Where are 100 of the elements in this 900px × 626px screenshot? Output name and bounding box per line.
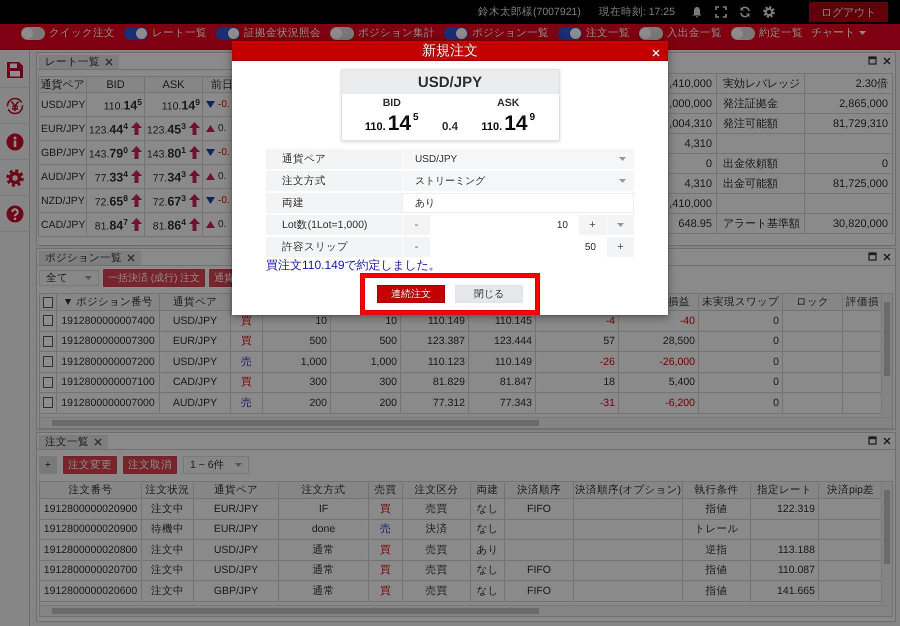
toggle-switch[interactable] — [124, 27, 148, 40]
account-value: 0 — [882, 158, 888, 170]
close-button[interactable]: 閉じる — [455, 285, 523, 303]
table-cell: トレール — [694, 522, 738, 536]
panel-tab[interactable]: ポジション一覧 — [39, 251, 141, 265]
close-icon[interactable] — [883, 252, 891, 260]
table-cell: 注文中 — [151, 542, 184, 557]
maximize-icon[interactable] — [868, 436, 877, 445]
plus-button[interactable]: + — [606, 237, 634, 257]
account-value: 2,865,000 — [839, 98, 888, 110]
column-header[interactable]: 通貨ペア — [214, 483, 258, 497]
page-select[interactable]: 1 ~ 6件 — [183, 456, 249, 474]
toggle-label[interactable]: クイック注文 — [49, 27, 115, 39]
panel-tab[interactable]: 注文一覧 — [39, 435, 108, 449]
minus-button[interactable]: - — [402, 215, 430, 235]
table-cell: 注文中 — [151, 563, 184, 578]
toggle-label[interactable]: 注文一覧 — [586, 27, 630, 39]
toggle-label[interactable]: 約定一覧 — [759, 27, 803, 39]
fullscreen-icon[interactable] — [715, 6, 727, 18]
currency-pair: NZD/JPY — [39, 189, 87, 213]
maximize-icon[interactable] — [868, 56, 877, 65]
checkbox[interactable] — [43, 336, 53, 347]
column-header[interactable]: 注文状況 — [146, 483, 190, 497]
info-icon[interactable] — [6, 132, 24, 150]
dropdown[interactable]: ストリーミング — [402, 171, 634, 191]
help-icon[interactable] — [6, 204, 24, 222]
side-label: 買 — [380, 502, 391, 516]
toggle-switch[interactable] — [731, 27, 755, 40]
settings-icon[interactable] — [6, 168, 24, 186]
toggle-label[interactable]: レート一覧 — [152, 27, 207, 39]
column-header[interactable]: 執行条件 — [694, 483, 738, 497]
select-all-checkbox[interactable] — [43, 296, 53, 308]
change-value: -0. — [218, 195, 230, 206]
currency-pair: USD/JPY — [39, 93, 87, 117]
table-cell: 110.145 — [494, 314, 532, 327]
filter-select[interactable]: 全て — [39, 270, 99, 286]
toggle-label[interactable]: ポジション集計 — [358, 27, 435, 39]
column-header: BID — [87, 77, 145, 93]
column-header[interactable]: 注文区分 — [414, 483, 458, 497]
toggle-switch[interactable] — [330, 27, 354, 40]
column-header[interactable]: 通貨ペア — [173, 295, 217, 309]
caret-icon — [235, 463, 242, 467]
column-header[interactable]: 両建 — [476, 483, 498, 497]
toggle-label[interactable]: 証拠金状況照会 — [244, 27, 321, 39]
toggle-label[interactable]: ポジション一覧 — [472, 27, 549, 39]
column-header[interactable]: 指定レート — [757, 483, 812, 497]
horizontal-scrollbar[interactable] — [40, 605, 892, 616]
caret-icon — [859, 31, 866, 35]
logout-button[interactable]: ログアウト — [809, 2, 888, 22]
add-button[interactable]: + — [39, 456, 57, 474]
vertical-scrollbar[interactable] — [881, 294, 892, 417]
dropdown[interactable]: USD/JPY — [402, 149, 634, 169]
toggle-label[interactable]: 入出金一覧 — [667, 27, 722, 39]
horizontal-scrollbar[interactable] — [40, 417, 892, 428]
column-header[interactable]: 注文方式 — [302, 483, 346, 497]
column-header[interactable]: 未実現スワップ — [702, 295, 779, 309]
field-label: 両建 — [282, 196, 304, 210]
toggle-switch[interactable] — [639, 27, 663, 40]
column-header[interactable]: 損益 — [668, 295, 690, 309]
table-cell: 0 — [773, 314, 779, 327]
toggle-switch[interactable] — [216, 27, 240, 40]
plus-button[interactable]: + — [578, 215, 606, 235]
column-header[interactable]: 注文番号 — [68, 483, 112, 497]
checkbox[interactable] — [43, 315, 53, 326]
checkbox[interactable] — [43, 356, 53, 368]
maximize-icon[interactable] — [868, 252, 877, 261]
bell-icon[interactable] — [691, 6, 703, 18]
close-icon[interactable] — [127, 254, 135, 262]
column-header[interactable]: 決済順序(オプション) — [575, 483, 681, 497]
checkbox[interactable] — [43, 376, 53, 388]
close-icon[interactable] — [883, 436, 891, 444]
change-value: 0. — [218, 219, 226, 230]
chart-menu[interactable]: チャート — [811, 27, 866, 39]
column-header[interactable]: 売買 — [374, 483, 396, 497]
yen-icon[interactable] — [6, 96, 24, 114]
save-icon[interactable] — [6, 60, 24, 78]
toggle-switch[interactable] — [21, 27, 45, 40]
close-icon[interactable] — [94, 438, 102, 446]
close-icon[interactable] — [105, 58, 113, 66]
minus-button[interactable]: - — [402, 237, 430, 257]
continue-order-button[interactable]: 連続注文 — [377, 285, 445, 303]
account-value: 4,310 — [684, 178, 712, 190]
action-button[interactable]: 一括決済 (成行) 注文 — [103, 269, 206, 287]
column-header[interactable]: 決済順序 — [517, 483, 561, 497]
action-button[interactable]: 注文取消 — [123, 456, 177, 474]
column-header[interactable]: 決済pip差 — [826, 483, 874, 497]
toggle-switch[interactable] — [444, 27, 468, 40]
column-header[interactable]: ▼ ポジション番号 — [62, 295, 154, 309]
refresh-icon[interactable] — [739, 6, 751, 18]
vertical-scrollbar[interactable] — [881, 482, 892, 605]
close-icon[interactable] — [883, 56, 891, 64]
toggle-switch[interactable] — [558, 27, 582, 40]
user-name: 鈴木太郎様(7007921) — [478, 5, 581, 19]
dropdown-button[interactable] — [606, 215, 634, 235]
panel-tab[interactable]: レート一覧 — [39, 55, 119, 69]
table-cell: 1912800000020900 — [44, 523, 138, 536]
checkbox[interactable] — [43, 397, 53, 408]
action-button[interactable]: 注文変更 — [63, 456, 117, 474]
table-cell: 110.087 — [778, 564, 815, 576]
column-header[interactable]: ロック — [796, 295, 829, 309]
